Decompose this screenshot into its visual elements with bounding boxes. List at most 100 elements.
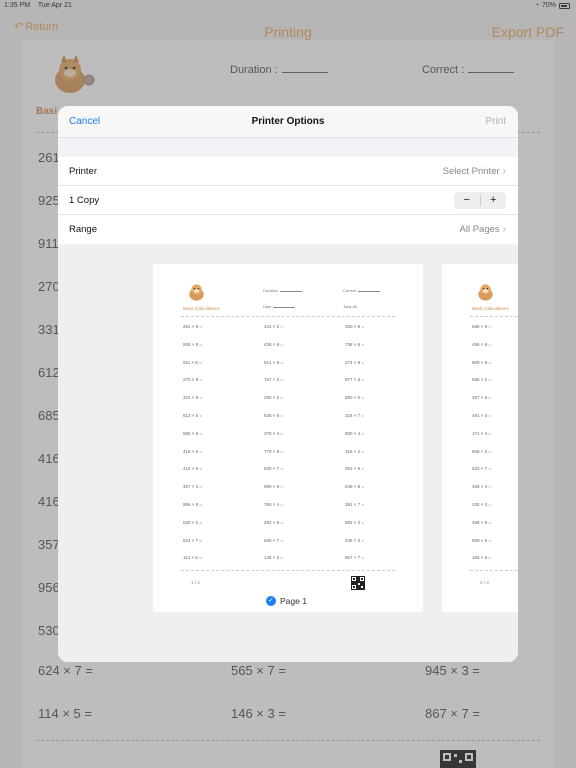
problem-cell: 261 × 9 =	[183, 324, 203, 329]
problem-row: 911 × 6 = 814 × 5 = 274 × 8 =	[183, 360, 393, 368]
problem-row: 270 × 8 = 767 × 3 = 977 × 3 =	[183, 377, 393, 385]
problem-row: 235 × 3 =	[472, 502, 518, 510]
problem-cell: 290 × 2 =	[264, 395, 284, 401]
mascot-icon	[189, 284, 204, 301]
problem-cell: 806 × 3 =	[472, 448, 492, 454]
problem-row: 297 × 5 =	[472, 395, 518, 403]
problem-cell: 559 × 6 =	[472, 537, 492, 543]
range-value: All Pages	[459, 224, 500, 235]
problem-cell: 458 × 9 =	[472, 519, 492, 525]
copies-stepper: − +	[454, 192, 506, 209]
problem-cell: 114 × 5 =	[183, 555, 202, 561]
problem-row: 624 × 7 = 565 × 7 = 945 × 3 =	[183, 538, 393, 546]
page-number: 1 / 3	[191, 580, 200, 585]
problem-row: 459 × 4 =	[472, 484, 518, 492]
problem-cell: 292 × 6 =	[264, 519, 284, 525]
problem-cell: 533 × 7 =	[472, 466, 492, 472]
problem-cell: 882 × 2 =	[345, 519, 365, 525]
problem-cell: 274 × 8 =	[345, 359, 365, 365]
problem-cell: 324 × 7 =	[345, 413, 365, 418]
problem-cell: 491 × 5 =	[472, 413, 492, 418]
problem-row: 925 × 8 = 438 × 8 = 738 × 6 =	[183, 342, 393, 350]
problem-cell: 960 × 6 =	[345, 395, 365, 401]
qr-code-icon	[351, 576, 365, 590]
problem-cell: 416 × 6 =	[183, 448, 203, 454]
problem-cell: 250 × 8 =	[345, 324, 365, 329]
correct-field: Correct	[343, 288, 381, 293]
problem-cell: 235 × 3 =	[472, 502, 492, 507]
options-list: Printer Select Printer › 1 Copy − + Rang…	[58, 157, 518, 244]
printer-row[interactable]: Printer Select Printer ›	[58, 157, 518, 186]
divider	[470, 316, 518, 317]
problem-cell: 297 × 5 =	[472, 395, 492, 401]
problem-cell: 357 × 3 =	[183, 484, 203, 490]
problem-row: 588 × 6 =	[472, 324, 518, 332]
problem-cell: 685 × 8 =	[183, 430, 203, 436]
problem-cell: 535 × 8 =	[264, 413, 284, 418]
problem-cell: 911 × 6 =	[183, 359, 202, 365]
problem-row: 530 × 2 = 292 × 6 = 882 × 2 =	[183, 520, 393, 528]
problem-cell: 956 × 6 =	[183, 502, 203, 507]
problem-row: 559 × 6 =	[472, 538, 518, 546]
preview-page-2[interactable]: Basic Calculations 588 × 6 = 495 × 8 = 908…	[442, 264, 518, 612]
divider	[181, 570, 395, 571]
page-label: Page 1	[280, 596, 307, 606]
problem-cell: 755 × 4 =	[264, 502, 284, 507]
page-title: Basic Calculations	[183, 306, 220, 311]
problem-cell: 315 × 2 =	[345, 448, 365, 454]
problem-cell: 925 × 8 =	[183, 341, 203, 347]
problem-cell: 530 × 2 =	[183, 519, 203, 525]
problem-cell: 767 × 3 =	[264, 377, 284, 383]
problem-cell: 381 × 6 =	[345, 466, 365, 472]
problem-cell: 495 × 8 =	[472, 341, 492, 347]
print-preview: Basic Calculations Duration Correct Date…	[58, 246, 518, 662]
problem-cell: 949 × 8 =	[345, 484, 365, 490]
problem-row: 588 × 2 =	[472, 377, 518, 385]
chevron-right-icon: ›	[502, 166, 506, 177]
problem-row: 685 × 8 = 378 × 4 = 800 × 4 =	[183, 431, 393, 439]
problem-cell: 331 × 9 =	[183, 395, 203, 401]
duration-field: Duration	[263, 288, 303, 293]
problem-row: 613 × 5 = 535 × 8 = 324 × 7 =	[183, 413, 393, 421]
problem-cell: 588 × 6 =	[472, 324, 492, 329]
problem-cell: 565 × 7 =	[264, 537, 284, 543]
mascot-icon	[478, 284, 493, 301]
problem-cell: 166 × 5 =	[472, 555, 492, 561]
chevron-right-icon: ›	[502, 224, 506, 235]
problem-row: 908 × 5 =	[472, 360, 518, 368]
total-field: Total 80	[343, 304, 358, 309]
problem-cell: 779 × 8 =	[264, 448, 284, 454]
range-row[interactable]: Range All Pages ›	[58, 215, 518, 244]
page-indicator[interactable]: ✓ Page 1	[266, 596, 307, 606]
problem-row: 533 × 7 =	[472, 466, 518, 474]
problem-cell: 270 × 8 =	[183, 377, 203, 383]
problem-cell: 146 × 3 =	[264, 555, 284, 561]
problem-cell: 341 × 2 =	[264, 324, 284, 329]
decrement-button[interactable]: −	[454, 192, 480, 209]
copies-row: 1 Copy − +	[58, 186, 518, 215]
problem-cell: 588 × 2 =	[472, 377, 492, 383]
problem-row: 114 × 5 = 146 × 3 = 867 × 7 =	[183, 555, 393, 563]
problem-row: 491 × 5 =	[472, 413, 518, 421]
increment-button[interactable]: +	[481, 192, 507, 209]
page-title: Basic Calculations	[472, 306, 509, 311]
printer-label: Printer	[69, 166, 97, 177]
problem-row: 458 × 9 =	[472, 520, 518, 528]
dialog-title: Printer Options	[251, 116, 325, 127]
print-button[interactable]: Print	[485, 116, 506, 127]
printer-options-dialog: Cancel Printer Options Print Printer Sel…	[58, 106, 518, 662]
copies-label: 1 Copy	[69, 195, 100, 206]
problem-cell: 908 × 5 =	[472, 359, 492, 365]
problem-cell: 800 × 4 =	[345, 430, 365, 436]
divider	[181, 316, 395, 317]
problem-cell: 985 × 8 =	[264, 484, 284, 490]
problem-cell: 830 × 7 =	[264, 466, 284, 472]
problem-cell: 378 × 4 =	[264, 430, 284, 436]
problem-cell: 171 × 4 =	[472, 430, 492, 436]
preview-page-1[interactable]: Basic Calculations Duration Correct Date…	[153, 264, 423, 612]
checkmark-icon: ✓	[266, 596, 276, 606]
problem-cell: 814 × 5 =	[264, 359, 284, 365]
date-field: Date	[263, 304, 296, 309]
problem-cell: 624 × 7 =	[183, 537, 203, 543]
problem-row: 956 × 6 = 755 × 4 = 391 × 7 =	[183, 502, 393, 510]
